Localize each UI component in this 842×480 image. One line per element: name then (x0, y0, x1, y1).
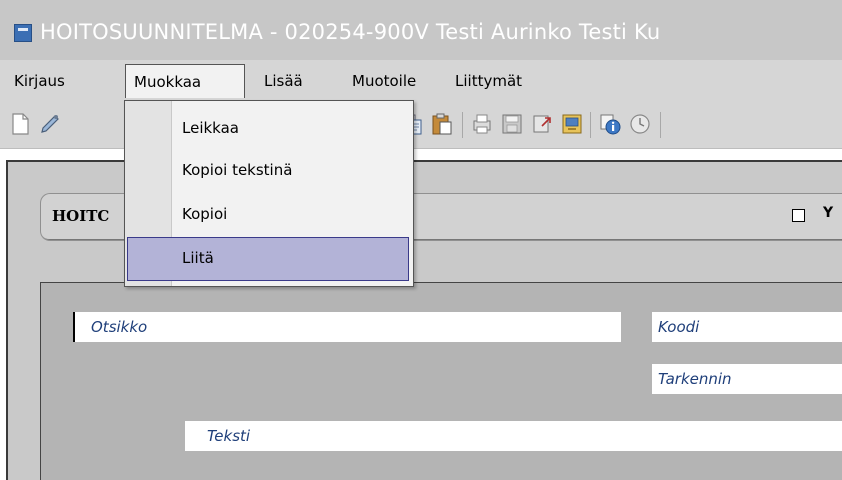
tarkennin-label: Tarkennin (658, 370, 732, 388)
menu-muokkaa[interactable]: Muokkaa (125, 64, 245, 98)
save-icon[interactable] (500, 112, 524, 136)
menu-bar: Kirjaus Muokkaa Lisää Muotoile Liittymät (0, 60, 842, 100)
edit-icon[interactable] (38, 112, 62, 136)
section-checkbox[interactable] (792, 209, 805, 222)
menu-lisaa[interactable]: Lisää (256, 64, 311, 98)
info-icon[interactable] (598, 112, 622, 136)
tarkennin-field[interactable]: Tarkennin (652, 364, 842, 394)
menu-item-liita[interactable]: Liitä (182, 249, 214, 267)
koodi-field[interactable]: Koodi (652, 312, 842, 342)
teksti-label: Teksti (207, 427, 251, 445)
toolbar-separator (660, 112, 661, 138)
menu-highlight (127, 237, 409, 281)
menu-kirjaus[interactable]: Kirjaus (6, 64, 73, 98)
menu-muotoile[interactable]: Muotoile (344, 64, 424, 98)
section-checkbox-label: Y (823, 205, 834, 221)
export-icon[interactable] (530, 112, 554, 136)
teksti-field[interactable]: Teksti (185, 421, 842, 451)
menu-item-kopioi[interactable]: Kopioi (182, 205, 227, 223)
koodi-label: Koodi (658, 318, 700, 336)
app-icon (14, 24, 32, 42)
import-icon[interactable] (560, 112, 584, 136)
new-document-icon[interactable] (8, 112, 32, 136)
section-title: HOITC (52, 207, 110, 225)
toolbar-separator (590, 112, 591, 138)
menu-item-leikkaa[interactable]: Leikkaa (182, 119, 239, 137)
menu-liittymat[interactable]: Liittymät (447, 64, 530, 98)
toolbar-separator (462, 112, 463, 138)
history-icon[interactable] (628, 112, 652, 136)
otsikko-label: Otsikko (91, 318, 148, 336)
menu-item-kopioi-tekstina[interactable]: Kopioi tekstinä (182, 161, 292, 179)
title-bar: HOITOSUUNNITELMA - 020254-900V Testi Aur… (0, 0, 842, 60)
otsikko-field[interactable]: Otsikko (73, 312, 621, 342)
window-title: HOITOSUUNNITELMA - 020254-900V Testi Aur… (40, 20, 661, 44)
edit-menu-dropdown: Leikkaa Kopioi tekstinä Kopioi Liitä (124, 100, 414, 287)
print-icon[interactable] (470, 112, 494, 136)
paste-icon[interactable] (430, 112, 454, 136)
